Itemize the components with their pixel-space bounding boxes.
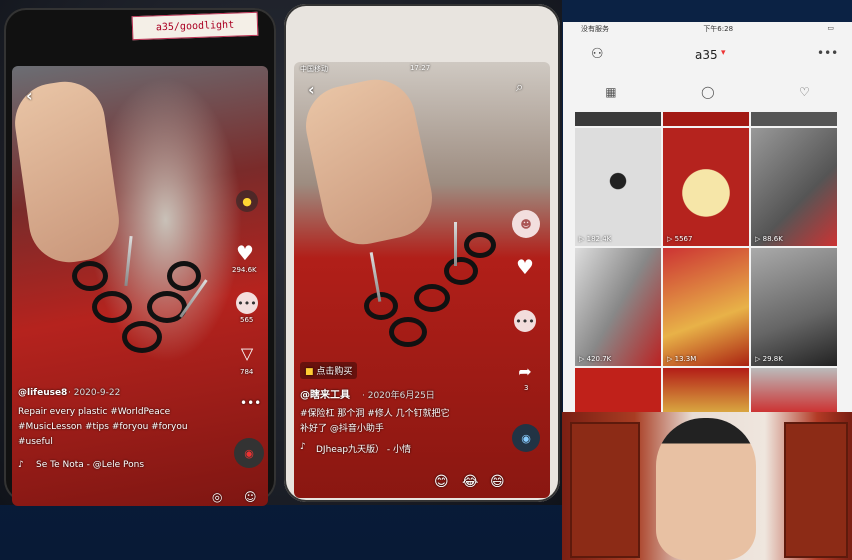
- left-video[interactable]: ‹ ● ♥ 294.6K ••• 565 ▽ 784 ••• ◉ @lifeus…: [12, 66, 268, 506]
- right-phone: 没有服务 下午6:28 ▭ ⚇ a35 ▾ ••• ▦ ◯ ♡ ▷ 182.4K…: [563, 22, 852, 412]
- grid-video[interactable]: ▷ 420.7K: [575, 248, 661, 366]
- shop-tag[interactable]: ■ 点击购买: [300, 362, 358, 379]
- username[interactable]: @瞎来工具: [300, 386, 350, 401]
- share-icon[interactable]: ➦: [514, 360, 536, 382]
- wire-loop: [364, 292, 398, 320]
- view-count: ▷ 420.7K: [579, 355, 612, 363]
- view-count: ▷ 182.4K: [579, 235, 612, 243]
- music-title[interactable]: Se Te Nota - @Lele Pons: [36, 460, 144, 470]
- comment-icon[interactable]: •••: [514, 310, 536, 332]
- grid-video[interactable]: ▷ 5567: [663, 128, 749, 246]
- left-phone: a35/goodlight ‹ ● ♥ 294.6K ••• 565 ▽ 784…: [4, 8, 276, 506]
- emoji-icon[interactable]: 😂: [462, 474, 478, 490]
- lightbulb-icon[interactable]: ●: [236, 190, 258, 212]
- wire-loop: [122, 321, 162, 353]
- profile-tabs: ▦ ◯ ♡: [563, 82, 852, 102]
- music-disc-icon[interactable]: ◉: [234, 438, 264, 468]
- share-icon[interactable]: ▽: [236, 342, 258, 364]
- wire-loop: [147, 291, 187, 323]
- share-count: 784: [240, 368, 254, 376]
- pin: [454, 222, 457, 266]
- grid-cell-partial[interactable]: [751, 112, 837, 126]
- like-icon[interactable]: ♥: [514, 255, 536, 279]
- wire-loop: [464, 232, 496, 258]
- music-title[interactable]: DJheap九天版） - 小情: [316, 442, 411, 455]
- post-date: · 2020年6月25日: [362, 391, 435, 401]
- caption-line-2: #MusicLesson #tips #foryou #foryou: [18, 422, 188, 432]
- chevron-down-icon[interactable]: ▾: [721, 48, 726, 58]
- grid-cell-partial[interactable]: [575, 112, 661, 126]
- comment-count: 565: [240, 316, 254, 324]
- status-time: 17:27: [410, 64, 431, 72]
- middle-video[interactable]: 中国移动 17:27 ‹ ⌕ ☻ ♥ ••• ➦ 3 ■ 点击购买 @瞎来工具 …: [294, 62, 550, 498]
- add-friend-icon[interactable]: ⚇: [591, 46, 604, 62]
- lock-tab-icon[interactable]: ◯: [701, 85, 714, 99]
- caption-line-1: #保险杠 那个洞 #修人 几个钉就把它: [300, 409, 450, 419]
- webcam-feed: [562, 412, 852, 560]
- grid-video[interactable]: ▷ 29.8K: [751, 248, 837, 366]
- grid-cell-partial[interactable]: [575, 368, 661, 412]
- grid-video[interactable]: ▷ 182.4K: [575, 128, 661, 246]
- emoji-icon[interactable]: 😄: [490, 474, 505, 490]
- wire-loop: [72, 261, 108, 291]
- liked-tab-icon[interactable]: ♡: [799, 85, 810, 99]
- emoji-icon[interactable]: 😊: [434, 474, 449, 490]
- search-icon[interactable]: ⌕: [516, 80, 523, 95]
- like-count: 294.6K: [232, 266, 257, 274]
- bookshelf: [784, 422, 848, 558]
- wire-loop: [167, 261, 201, 291]
- middle-phone: 中国移动 17:27 ‹ ⌕ ☻ ♥ ••• ➦ 3 ■ 点击购买 @瞎来工具 …: [284, 4, 560, 502]
- music-disc-icon[interactable]: ◉: [512, 424, 540, 452]
- caption-line-3: #useful: [18, 437, 53, 447]
- view-count: ▷ 88.6K: [755, 235, 783, 243]
- smile-icon[interactable]: ☺: [244, 490, 257, 504]
- wire-loop: [414, 284, 450, 312]
- view-count: ▷ 5567: [667, 235, 693, 243]
- more-icon[interactable]: •••: [240, 396, 261, 410]
- caption-line-2: 补好了 @抖音小助手: [300, 424, 384, 434]
- video-grid: ▷ 182.4K ▷ 5567 ▷ 88.6K ▷ 420.7K ▷ 13.3M…: [575, 112, 837, 412]
- grid-video[interactable]: ▷ 13.3M: [663, 248, 749, 366]
- profile-username[interactable]: a35: [695, 48, 718, 62]
- status-bar: 没有服务 下午6:28 ▭: [563, 22, 852, 36]
- like-icon[interactable]: ♥: [234, 241, 256, 265]
- back-icon[interactable]: ‹: [26, 86, 33, 105]
- share-count: 3: [524, 384, 529, 392]
- comment-icon[interactable]: •••: [236, 292, 258, 314]
- grid-cell-partial[interactable]: [663, 368, 749, 412]
- target-icon[interactable]: ◎: [212, 490, 222, 504]
- grid-cell-partial[interactable]: [663, 112, 749, 126]
- status-time: 下午6:28: [703, 25, 734, 33]
- bookshelf: [570, 422, 640, 558]
- more-icon[interactable]: •••: [817, 46, 838, 60]
- grid-cell-partial[interactable]: [751, 368, 837, 412]
- username[interactable]: @lifeuse8: [18, 388, 67, 398]
- avatar[interactable]: ☻: [512, 210, 540, 238]
- grid-tab-icon[interactable]: ▦: [605, 85, 616, 99]
- battery-icon: ▭: [827, 24, 834, 32]
- presenter: [656, 418, 756, 560]
- view-count: ▷ 29.8K: [755, 355, 783, 363]
- caption-line-1: Repair every plastic #WorldPeace: [18, 407, 171, 417]
- cart-icon: ■: [305, 367, 314, 377]
- post-date: · 2020-9-22: [68, 388, 121, 398]
- status-carrier: 中国移动: [300, 65, 328, 73]
- music-note-icon: ♪: [18, 460, 24, 470]
- music-note-icon: ♪: [300, 442, 306, 452]
- status-carrier: 没有服务: [581, 25, 609, 33]
- grid-video[interactable]: ▷ 88.6K: [751, 128, 837, 246]
- screen-recording: a35/goodlight ‹ ● ♥ 294.6K ••• 565 ▽ 784…: [0, 0, 852, 560]
- shop-tag-label: 点击购买: [316, 367, 353, 377]
- view-count: ▷ 13.3M: [667, 355, 697, 363]
- profile-header: ⚇ a35 ▾ •••: [563, 38, 852, 78]
- wire-loop: [92, 291, 132, 323]
- phone-label: a35/goodlight: [131, 11, 259, 41]
- wire-loop: [444, 257, 478, 285]
- back-icon[interactable]: ‹: [308, 80, 315, 99]
- wire-loop: [389, 317, 427, 347]
